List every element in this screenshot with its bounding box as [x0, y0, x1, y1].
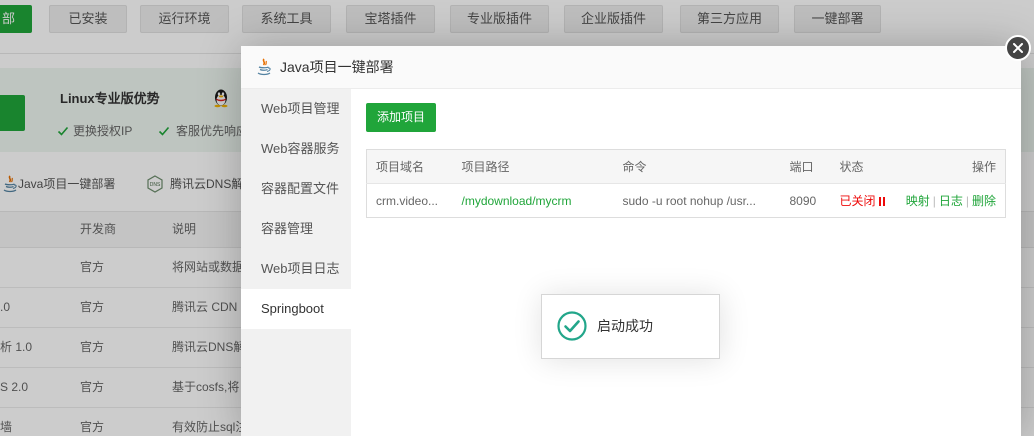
status-label[interactable]: 已关闭 — [840, 194, 876, 208]
sidebar-item-springboot[interactable]: Springboot — [241, 289, 351, 329]
map-action-link[interactable]: 映射 — [906, 194, 930, 208]
project-command: sudo -u root nohup /usr... — [622, 193, 756, 208]
header-command: 命令 — [622, 160, 647, 174]
project-port: 8090 — [789, 193, 817, 208]
modal-sidebar: Web项目管理 Web容器服务 容器配置文件 容器管理 Web项目日志 Spri… — [241, 89, 351, 436]
sidebar-item-web-project-manage[interactable]: Web项目管理 — [241, 89, 351, 129]
header-actions: 操作 — [971, 160, 996, 174]
add-project-button[interactable]: 添加项目 — [366, 103, 436, 132]
sidebar-item-container-manage[interactable]: 容器管理 — [241, 209, 351, 249]
toast-message: 启动成功 — [597, 318, 653, 334]
modal-close-button[interactable] — [1005, 35, 1031, 61]
project-table-header: 项目域名 项目路径 命令 端口 状态 操作 — [366, 149, 1006, 184]
sidebar-item-container-config[interactable]: 容器配置文件 — [241, 169, 351, 209]
project-actions: 映射 | 日志 | 删除 — [896, 184, 1006, 218]
log-action-link[interactable]: 日志 — [939, 194, 963, 208]
modal-title: Java项目一键部署 — [280, 59, 394, 75]
sidebar-item-web-container-service[interactable]: Web容器服务 — [241, 129, 351, 169]
modal-title-bar: Java项目一键部署 — [241, 46, 1021, 89]
success-toast: 启动成功 — [541, 294, 720, 359]
action-separator: | — [965, 194, 969, 208]
header-domain: 项目域名 — [376, 160, 425, 174]
java-icon — [257, 58, 271, 76]
close-icon[interactable] — [1013, 43, 1023, 53]
header-path: 项目路径 — [461, 160, 510, 174]
modal-content: 添加项目 项目域名 项目路径 命令 端口 状态 操作 crm.video... … — [351, 89, 1021, 436]
project-table: 项目域名 项目路径 命令 端口 状态 操作 crm.video... /mydo… — [366, 149, 1006, 218]
success-check-icon — [557, 311, 587, 341]
project-status[interactable]: 已关闭 — [831, 184, 896, 218]
action-separator: | — [932, 194, 936, 208]
java-deploy-modal: Java项目一键部署 Web项目管理 Web容器服务 容器配置文件 容器管理 W… — [241, 46, 1021, 436]
project-domain: crm.video... — [376, 193, 439, 208]
delete-action-link[interactable]: 删除 — [972, 194, 996, 208]
pause-icon[interactable] — [878, 197, 885, 206]
modal-body: Web项目管理 Web容器服务 容器配置文件 容器管理 Web项目日志 Spri… — [241, 89, 1021, 436]
sidebar-item-web-project-log[interactable]: Web项目日志 — [241, 249, 351, 289]
header-status: 状态 — [839, 160, 864, 174]
header-port: 端口 — [789, 160, 814, 174]
table-row: crm.video... /mydownload/mycrm sudo -u r… — [366, 183, 1006, 218]
project-path-link[interactable]: /mydownload/mycrm — [462, 194, 572, 208]
